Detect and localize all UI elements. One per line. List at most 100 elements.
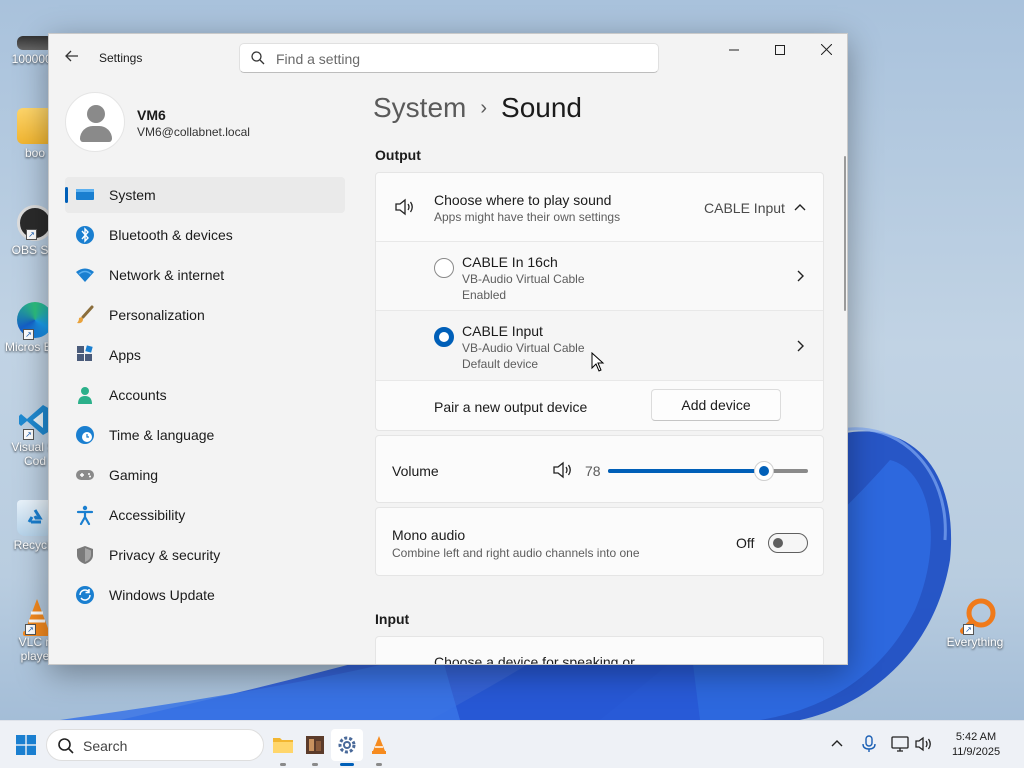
taskbar-file-explorer[interactable] — [267, 729, 299, 766]
sidebar-item-privacy-security[interactable]: Privacy & security — [65, 537, 345, 573]
shortcut-arrow-icon: ↗ — [23, 329, 34, 340]
volume-label: Volume — [392, 463, 439, 479]
input-card: Choose a device for speaking or — [375, 636, 824, 665]
volume-card: Volume 78 — [375, 435, 824, 503]
chevron-up-icon[interactable] — [826, 733, 848, 755]
running-indicator — [312, 763, 318, 766]
choose-input-title: Choose a device for speaking or — [434, 654, 635, 665]
sidebar-item-system[interactable]: System — [65, 177, 345, 213]
title-bar: Settings — [49, 34, 847, 82]
taskbar-search-label: Search — [83, 738, 128, 754]
input-heading: Input — [375, 611, 410, 627]
breadcrumb-parent[interactable]: System — [373, 92, 466, 123]
toggle-knob — [773, 538, 783, 548]
mono-audio-state: Off — [736, 535, 755, 551]
start-button[interactable] — [16, 735, 36, 755]
volume-slider-thumb[interactable] — [754, 461, 774, 481]
breadcrumb-separator: › — [480, 97, 488, 119]
sidebar-item-label: Privacy & security — [109, 547, 221, 563]
maximize-button[interactable] — [757, 34, 803, 66]
breadcrumb: System › Sound — [373, 92, 582, 124]
chevron-right-icon[interactable] — [793, 269, 807, 283]
selected-output-device: CABLE Input — [704, 200, 785, 216]
back-arrow-icon — [65, 50, 78, 62]
speaker-icon — [395, 198, 413, 216]
account-person-icon — [78, 387, 92, 404]
avatar-body-icon — [80, 126, 112, 142]
desktop-icon-everything[interactable]: ↗ Everything — [940, 597, 1010, 649]
user-profile[interactable]: VM6 VM6@collabnet.local — [65, 92, 355, 162]
output-heading: Output — [375, 147, 421, 163]
globe-clock-icon — [76, 426, 94, 444]
add-device-button[interactable]: Add device — [651, 389, 781, 421]
output-device-row[interactable]: CABLE In 16ch VB-Audio Virtual Cable Ena… — [376, 242, 823, 310]
taskbar-settings[interactable] — [331, 729, 363, 766]
close-button[interactable] — [803, 34, 847, 66]
choose-output-title: Choose where to play sound — [434, 192, 612, 208]
sidebar-item-accessibility[interactable]: Accessibility — [65, 497, 345, 533]
windows-logo-icon — [16, 735, 36, 755]
maximize-icon — [775, 45, 785, 55]
volume-slider[interactable] — [608, 461, 808, 481]
folder-icon — [273, 738, 293, 753]
sidebar-item-gaming[interactable]: Gaming — [65, 457, 345, 493]
choose-output-row[interactable]: Choose where to play sound Apps might ha… — [376, 173, 823, 241]
shortcut-arrow-icon: ↗ — [26, 229, 37, 240]
mono-audio-toggle[interactable] — [768, 533, 808, 553]
volume-slider-fill — [608, 469, 764, 473]
sidebar-item-accounts[interactable]: Accounts — [65, 377, 345, 413]
running-indicator — [376, 763, 382, 766]
sidebar-item-label: Accessibility — [109, 507, 186, 523]
page-title: Sound — [501, 92, 582, 123]
taskbar-vlc[interactable] — [363, 729, 395, 766]
device-driver: VB-Audio Virtual Cable — [462, 341, 585, 355]
app-title: Settings — [99, 51, 143, 65]
photo-app-icon — [306, 736, 324, 754]
microphone-icon[interactable] — [858, 733, 880, 755]
device-radio[interactable] — [434, 258, 454, 278]
search-icon — [58, 738, 74, 754]
system-clock[interactable]: 5:42 AM 11/9/2025 — [938, 730, 1014, 760]
gamepad-icon — [76, 470, 94, 480]
device-driver: VB-Audio Virtual Cable — [462, 272, 585, 286]
minimize-button[interactable] — [711, 34, 757, 66]
sidebar-item-label: Accounts — [109, 387, 167, 403]
sidebar-item-time-language[interactable]: Time & language — [65, 417, 345, 453]
sidebar-item-label: System — [109, 187, 156, 203]
chevron-right-icon[interactable] — [793, 339, 807, 353]
minimize-icon — [729, 49, 739, 51]
sidebar-item-apps[interactable]: Apps — [65, 337, 345, 373]
settings-window: Settings VM6 VM6@collabnet.local System — [48, 33, 848, 665]
chevron-up-icon[interactable] — [793, 201, 807, 215]
taskbar-app-photo[interactable] — [299, 729, 331, 766]
device-name: CABLE In 16ch — [462, 254, 558, 270]
device-status: Enabled — [462, 288, 507, 302]
mono-audio-subtitle: Combine left and right audio channels in… — [392, 546, 640, 560]
device-status: Default device — [462, 357, 539, 371]
pair-device-label: Pair a new output device — [434, 399, 588, 415]
running-indicator — [280, 763, 286, 766]
network-icon[interactable] — [889, 733, 911, 755]
sidebar-item-label: Time & language — [109, 427, 215, 443]
taskbar-search[interactable]: Search — [46, 729, 264, 761]
sidebar-item-network[interactable]: Network & internet — [65, 257, 345, 293]
speaker-volume-icon[interactable] — [552, 460, 574, 480]
device-radio-selected[interactable] — [434, 327, 454, 347]
gear-icon — [338, 736, 356, 754]
back-button[interactable] — [61, 48, 83, 70]
sidebar-item-label: Apps — [109, 347, 141, 363]
accessibility-person-icon — [76, 505, 94, 525]
scrollbar-thumb[interactable] — [844, 156, 846, 311]
shortcut-arrow-icon: ↗ — [963, 624, 974, 635]
sidebar-item-windows-update[interactable]: Windows Update — [65, 577, 345, 613]
mono-audio-title: Mono audio — [392, 527, 466, 543]
sidebar-item-bluetooth[interactable]: Bluetooth & devices — [65, 217, 345, 253]
sidebar-nav: System Bluetooth & devices Network & int… — [65, 177, 345, 617]
volume-icon[interactable] — [913, 733, 935, 755]
paintbrush-icon — [77, 305, 94, 324]
settings-search[interactable] — [239, 43, 659, 73]
sidebar-item-personalization[interactable]: Personalization — [65, 297, 345, 333]
search-input[interactable] — [276, 49, 646, 69]
sidebar-item-label: Gaming — [109, 467, 159, 483]
clock-time: 5:42 AM — [955, 731, 997, 743]
